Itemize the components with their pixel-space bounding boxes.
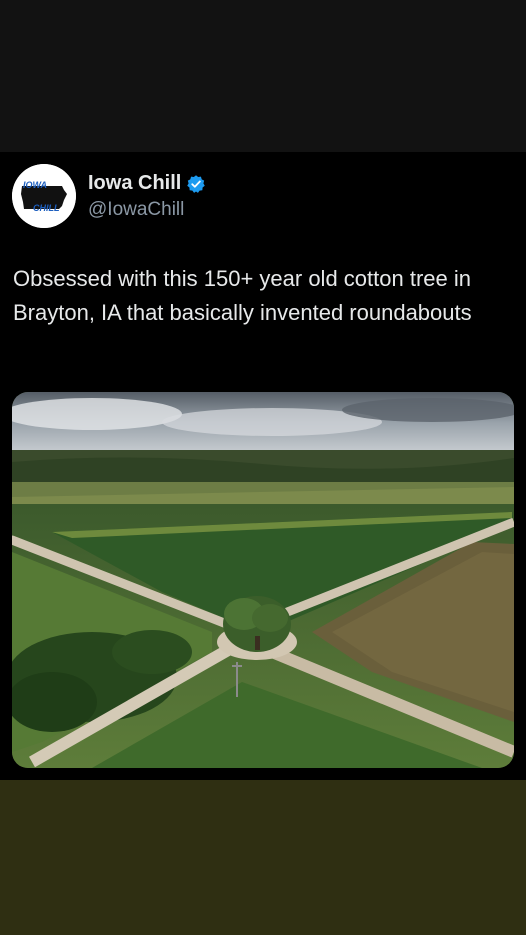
- display-name[interactable]: Iowa Chill: [88, 172, 181, 195]
- iowa-chill-logo: IOWA CHILL: [12, 164, 76, 228]
- author-name-row[interactable]: Iowa Chill: [88, 172, 206, 195]
- aerial-intersection-image: [12, 392, 514, 768]
- avatar-logo-text-top: IOWA: [23, 180, 47, 190]
- avatar[interactable]: IOWA CHILL: [12, 164, 76, 228]
- handle[interactable]: @IowaChill: [88, 199, 184, 221]
- tweet-photo[interactable]: [12, 392, 514, 768]
- avatar-logo-text-bottom: CHILL: [33, 203, 60, 213]
- verified-badge-icon: [186, 174, 206, 194]
- bottom-background-area: [0, 780, 526, 935]
- tweet-card[interactable]: IOWA CHILL Iowa Chill @IowaChill Obsesse…: [0, 152, 526, 780]
- top-status-area: [0, 0, 526, 152]
- tweet-text: Obsessed with this 150+ year old cotton …: [13, 266, 472, 325]
